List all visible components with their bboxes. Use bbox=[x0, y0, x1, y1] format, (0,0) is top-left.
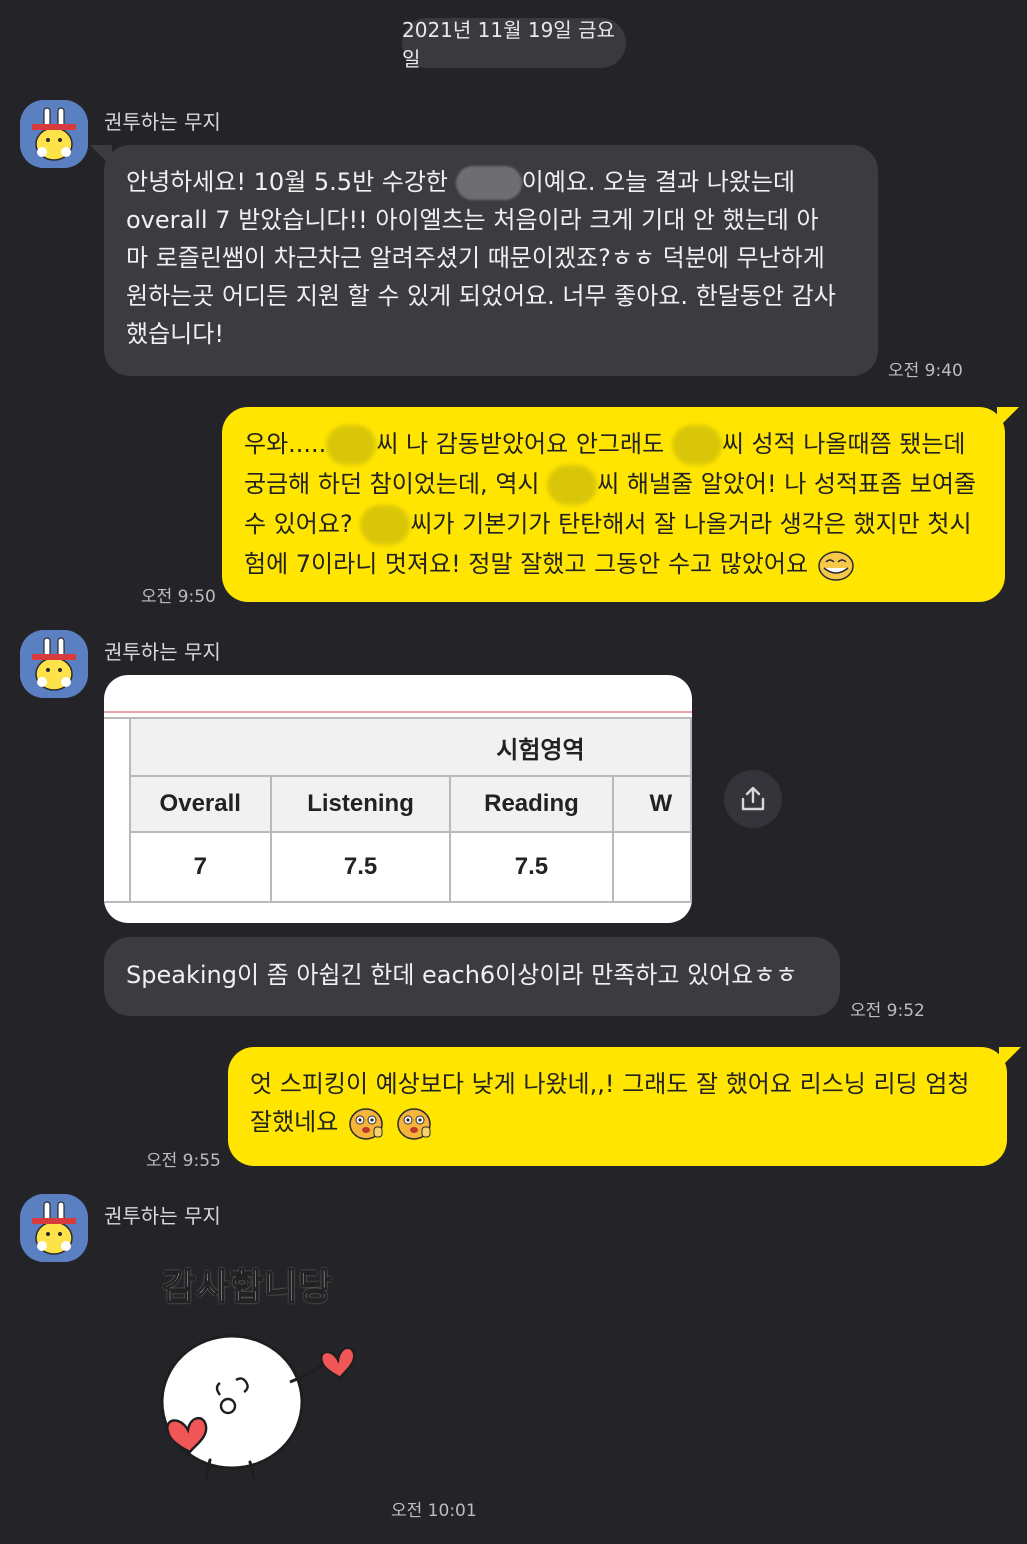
heart-sticker-icon[interactable] bbox=[150, 1320, 380, 1490]
sender-name: 권투하는 무지 bbox=[104, 1204, 221, 1228]
thumbs-up-emoticon-icon bbox=[396, 1108, 431, 1140]
message-time: 오전 9:52 bbox=[850, 1001, 925, 1021]
table-cell: 7.5 bbox=[449, 831, 614, 903]
thumbs-up-emoticon-icon bbox=[349, 1108, 383, 1140]
sender-avatar[interactable] bbox=[20, 100, 88, 168]
muzi-avatar-icon bbox=[20, 1194, 88, 1262]
sticker-caption: 감사합니당 bbox=[161, 1266, 333, 1309]
message-text: 씨 성적 나올때쯤 됐는데 bbox=[721, 430, 966, 458]
message-time: 오전 9:40 bbox=[888, 361, 963, 381]
message-text: 우와..... bbox=[244, 430, 327, 458]
redacted-name bbox=[326, 425, 377, 465]
message-time: 오전 9:50 bbox=[141, 587, 216, 607]
muzi-avatar-icon bbox=[20, 630, 88, 698]
table-cell: 7 bbox=[128, 831, 272, 903]
column-header: Listening bbox=[269, 775, 452, 833]
column-header: Reading bbox=[449, 775, 614, 833]
message-time: 오전 10:01 bbox=[391, 1501, 477, 1521]
table-row: Overall Listening Reading W bbox=[104, 775, 692, 833]
message-text: 엇 스피킹이 예상보다 낮게 나왔네,,! 그래도 잘 했어요 리스닝 리딩 엄… bbox=[250, 1070, 970, 1098]
message-bubble-incoming[interactable]: 안녕하세요! 10월 5.5반 수강한 이예요. 오늘 결과 나왔는데 over… bbox=[90, 145, 878, 376]
column-header: W bbox=[611, 775, 692, 833]
message-text: overall 7 받았습니다!! 아이엘츠는 처음이라 크게 기대 안 했는데… bbox=[126, 206, 819, 234]
message-bubble-outgoing[interactable]: 우와..... 씨 나 감동받았어요 안그래도 씨 성적 나올때쯤 됐는데 궁금해… bbox=[222, 407, 1019, 602]
table-row: 7 7.5 7.5 bbox=[104, 831, 692, 903]
date-separator: 2021년 11월 19일 금요일 bbox=[402, 18, 626, 71]
message-text: 잘했네요 bbox=[250, 1108, 339, 1136]
smiling-emoticon-icon bbox=[817, 551, 854, 581]
redacted-name bbox=[547, 465, 598, 505]
message-text: 궁금해 하던 참이었는데, 역시 bbox=[244, 470, 540, 498]
share-button[interactable] bbox=[724, 770, 782, 828]
message-bubble-outgoing[interactable]: 엇 스피킹이 예상보다 낮게 나왔네,,! 그래도 잘 했어요 리스닝 리딩 엄… bbox=[228, 1047, 1021, 1166]
sender-name: 권투하는 무지 bbox=[104, 110, 221, 134]
message-text: 했습니다! bbox=[126, 320, 224, 348]
muzi-avatar-icon bbox=[20, 100, 88, 168]
message-text: 안녕하세요! 10월 5.5반 수강한 bbox=[126, 168, 449, 196]
table-header: 시험영역 bbox=[128, 717, 692, 777]
divider bbox=[104, 711, 692, 713]
scorecard-table: 시험영역 Overall Listening Reading W 7 7.5 7… bbox=[104, 717, 692, 903]
redacted-name bbox=[455, 166, 522, 200]
sender-name: 권투하는 무지 bbox=[104, 640, 221, 664]
message-text: 씨 나 감동받았어요 안그래도 bbox=[376, 430, 665, 458]
table-cell bbox=[611, 831, 692, 903]
sender-avatar[interactable] bbox=[20, 630, 88, 698]
message-bubble-incoming[interactable]: Speaking이 좀 아쉽긴 한데 each6이상이라 만족하고 있어요ㅎㅎ bbox=[104, 937, 840, 1016]
message-text: 원하는곳 어디든 지원 할 수 있게 되었어요. 너무 좋아요. 한달동안 감사 bbox=[126, 282, 836, 310]
scorecard-photo[interactable]: 시험영역 Overall Listening Reading W 7 7.5 7… bbox=[104, 675, 692, 923]
redacted-name bbox=[360, 505, 411, 545]
message-text: Speaking이 좀 아쉽긴 한데 each6이상이라 만족하고 있어요ㅎㅎ bbox=[126, 961, 798, 989]
message-text: 씨 해낼줄 알았어! 나 성적표좀 보여줄 bbox=[597, 470, 977, 498]
column-header: Overall bbox=[128, 775, 272, 833]
table-cell: 7.5 bbox=[269, 831, 452, 903]
table-row: 시험영역 bbox=[104, 717, 692, 903]
redacted-name bbox=[671, 425, 722, 465]
message-text: 수 있어요? bbox=[244, 510, 353, 538]
message-text: 이예요. 오늘 결과 나왔는데 bbox=[521, 168, 796, 196]
message-text: 씨가 기본기가 탄탄해서 잘 나올거라 생각은 했지만 첫시 bbox=[410, 510, 972, 538]
message-time: 오전 9:55 bbox=[146, 1151, 221, 1171]
message-text: 마 로즐린쌤이 차근차근 알려주셨기 때문이겠죠?ㅎㅎ 덕분에 무난하게 bbox=[126, 244, 825, 272]
share-icon bbox=[741, 786, 765, 811]
sender-avatar[interactable] bbox=[20, 1194, 88, 1262]
message-text: 험에 7이라니 멋져요! 정말 잘했고 그동안 수고 많았어요 bbox=[244, 550, 809, 578]
